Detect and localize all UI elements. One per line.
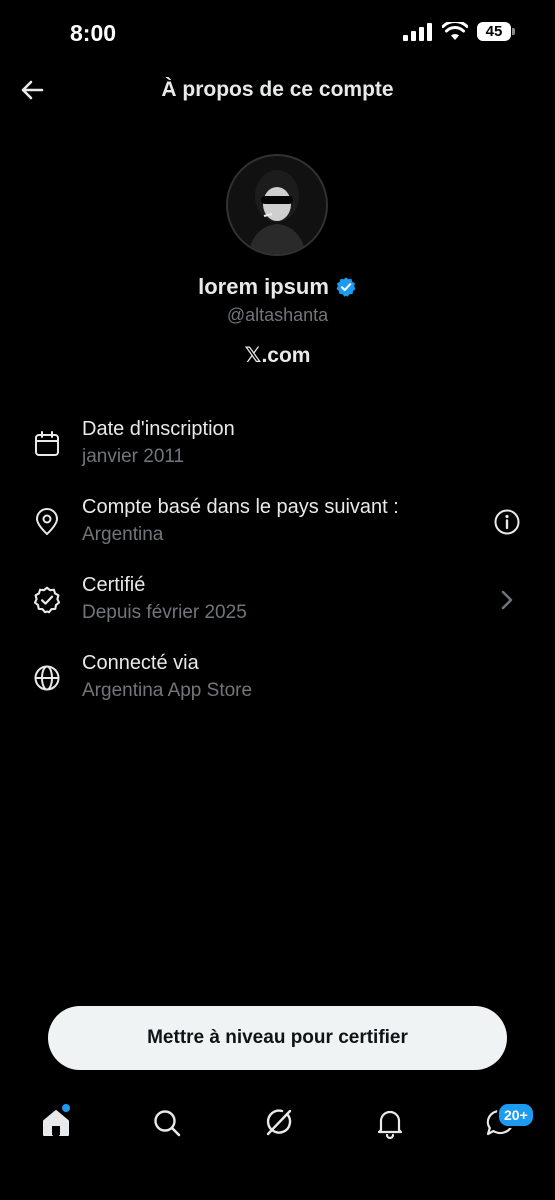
info-row-value: janvier 2011 (82, 446, 185, 467)
cellular-signal-icon (403, 22, 432, 41)
messages-badge: 20+ (497, 1102, 535, 1128)
info-row-country: Compte basé dans le pays suivant : Argen… (0, 494, 555, 558)
info-row-label: Date d'inscription (82, 418, 235, 440)
profile-name-row: lorem ipsum (0, 274, 555, 300)
info-row-value: Depuis février 2025 (82, 602, 247, 623)
info-row-label: Connecté via (82, 652, 199, 674)
grok-icon[interactable] (261, 1106, 295, 1140)
upgrade-to-verify-button[interactable]: Mettre à niveau pour certifier (48, 1006, 507, 1070)
search-icon[interactable] (150, 1106, 184, 1140)
chevron-right-icon[interactable] (493, 586, 521, 614)
wifi-icon (442, 22, 468, 40)
home-notification-dot (62, 1104, 70, 1112)
status-time: 8:00 (70, 20, 117, 46)
bell-icon[interactable] (373, 1106, 407, 1140)
info-row-verified[interactable]: Certifié Depuis février 2025 (0, 572, 555, 636)
calendar-icon (35, 431, 59, 456)
page-title: À propos de ce compte (161, 78, 394, 101)
info-row-value: Argentina App Store (82, 680, 253, 701)
globe-icon (34, 665, 60, 691)
battery-level: 45 (485, 23, 503, 40)
profile-name: lorem ipsum (198, 274, 329, 299)
info-icon[interactable] (493, 508, 521, 536)
info-row-label: Compte basé dans le pays suivant : (82, 496, 399, 518)
bottom-nav (0, 1096, 555, 1156)
battery-indicator: 45 (477, 22, 515, 41)
profile-handle: @altashanta (226, 305, 329, 325)
avatar[interactable] (226, 154, 328, 256)
verified-check-icon (336, 277, 356, 297)
location-pin-icon (36, 508, 58, 535)
verified-badge-icon (33, 586, 61, 614)
profile-site-link[interactable]: 𝕏.com (0, 343, 555, 368)
info-row-label: Certifié (82, 574, 146, 596)
status-icons: 45 (403, 22, 515, 41)
info-row-joined: Date d'inscription janvier 2011 (0, 416, 555, 480)
avatar-photo (228, 156, 326, 254)
info-row-connected-via: Connecté via Argentina App Store (0, 650, 555, 714)
info-row-value: Argentina (82, 524, 164, 545)
